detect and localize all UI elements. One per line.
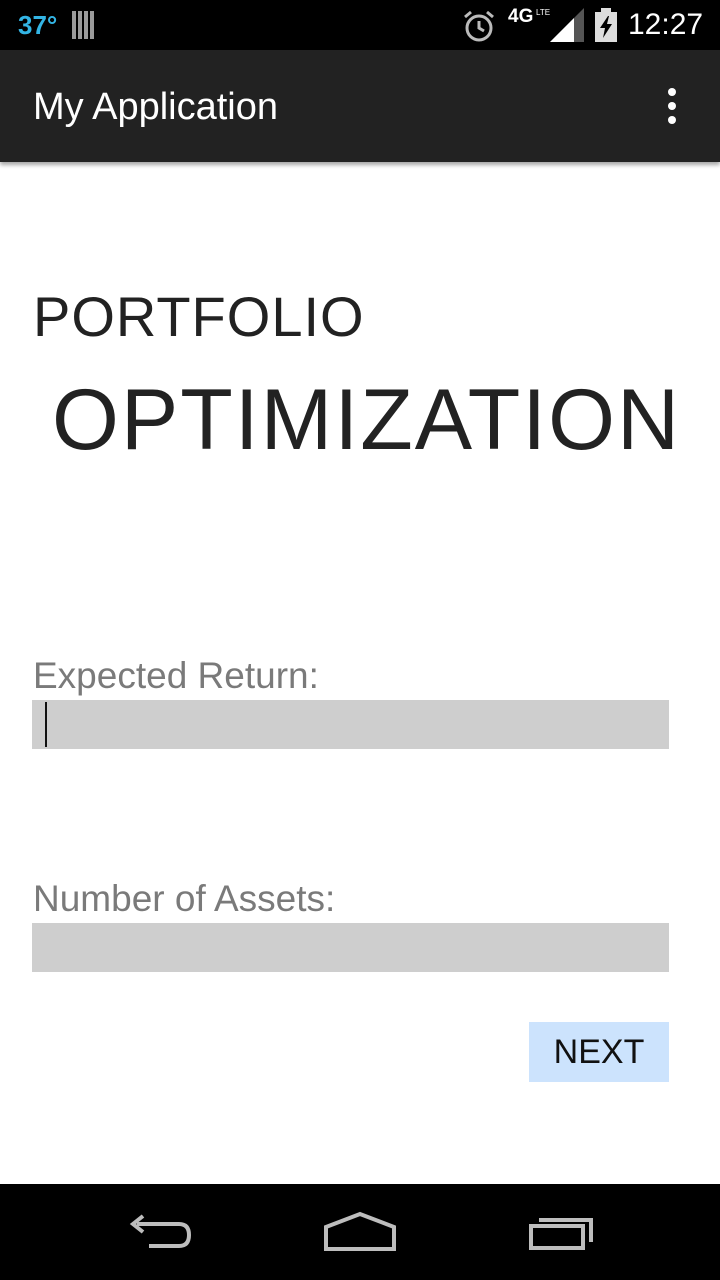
recents-icon <box>529 1218 593 1250</box>
overflow-dot <box>668 88 676 96</box>
app-title: My Application <box>33 86 279 128</box>
battery-icon <box>595 8 617 42</box>
overflow-dot <box>668 116 676 124</box>
overflow-dot <box>668 102 676 110</box>
home-button[interactable] <box>300 1184 420 1280</box>
action-bar: My Application <box>0 50 720 162</box>
back-icon <box>129 1214 192 1248</box>
title-portfolio: PORTFOLIO <box>33 285 365 348</box>
signal-icon <box>550 8 584 42</box>
expected-return-input[interactable] <box>32 700 669 749</box>
number-of-assets-input[interactable] <box>32 923 669 972</box>
expected-return-label: Expected Return: <box>33 655 319 696</box>
number-of-assets-label: Number of Assets: <box>33 878 336 919</box>
navigation-bar <box>0 1184 720 1280</box>
home-icon <box>324 1211 396 1251</box>
status-bar: 37° 4G LTE 12:27 <box>0 0 720 50</box>
storage-bars-icon <box>72 11 94 39</box>
overflow-menu-icon[interactable] <box>652 80 692 132</box>
recents-button[interactable] <box>502 1184 622 1280</box>
alarm-icon <box>464 10 494 42</box>
next-button[interactable]: NEXT <box>529 1022 669 1082</box>
clock-text: 12:27 <box>628 8 704 41</box>
title-optimization: OPTIMIZATION <box>52 372 682 468</box>
back-button[interactable] <box>100 1184 220 1280</box>
temperature-text: 37° <box>18 10 58 40</box>
text-cursor <box>45 702 47 747</box>
network-type-text: 4G <box>508 6 534 27</box>
